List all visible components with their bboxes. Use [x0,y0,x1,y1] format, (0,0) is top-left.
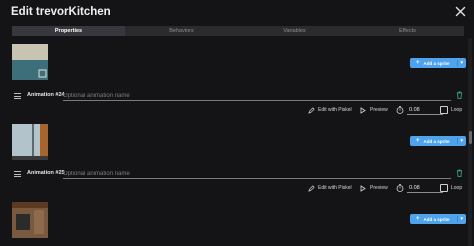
animation-name-input[interactable] [63,91,451,101]
play-icon [360,184,366,192]
animations-panel: + Add a sprite ▾ Animation #24 Edit with… [0,38,466,246]
sprite-thumbnail[interactable] [12,202,48,238]
loop-label: Loop [451,107,463,113]
plus-icon: + [416,216,420,222]
add-sprite-button[interactable]: + Add a sprite ▾ [410,58,466,68]
animation-header: Animation #24 [14,91,466,101]
edit-with-piskel-button[interactable]: Edit with Piskel [308,105,352,115]
edit-label: Edit with Piskel [318,107,352,113]
add-sprite-label: Add a sprite [423,60,450,66]
loop-label: Loop [451,185,463,191]
plus-icon: + [416,60,420,66]
add-sprite-label: Add a sprite [423,216,450,222]
preview-button[interactable]: Preview [360,105,388,115]
trash-icon[interactable] [456,91,463,99]
animation-label: Animation #24 [27,92,65,98]
sprite-image [12,124,48,160]
add-sprite-button[interactable]: + Add a sprite ▾ [410,214,466,224]
sprite-thumbnail[interactable] [12,44,48,80]
animation-header: Animation #25 [14,169,466,179]
frame-duration-input[interactable] [407,183,443,193]
pencil-icon [308,106,315,114]
chevron-down-icon[interactable]: ▾ [457,138,463,144]
loop-checkbox[interactable] [440,106,448,114]
trash-icon[interactable] [456,169,463,177]
chevron-down-icon[interactable]: ▾ [457,60,463,66]
animation-toolbar: Edit with Piskel Preview Loop [306,105,466,115]
animation-name-input[interactable] [63,169,451,179]
dialog-title: Edit trevorKitchen [11,6,111,18]
sprite-image [12,202,48,238]
tab-behaviors[interactable]: Behaviors [125,26,238,36]
timer-icon [396,184,404,192]
drag-handle-icon[interactable] [14,171,21,179]
plus-icon: + [416,138,420,144]
timer-icon [396,106,404,114]
sprite-thumbnail[interactable] [12,124,48,160]
add-sprite-button[interactable]: + Add a sprite ▾ [410,136,466,146]
frame-duration-input[interactable] [407,105,443,115]
preview-label: Preview [370,185,388,191]
animation-toolbar: Edit with Piskel Preview Loop [306,183,466,193]
drag-handle-icon[interactable] [14,93,21,101]
scrollbar-thumb[interactable] [469,131,472,144]
loop-checkbox[interactable] [440,184,448,192]
animation-label: Animation #25 [27,170,65,176]
add-sprite-label: Add a sprite [423,138,450,144]
sprite-image [12,44,48,80]
chevron-down-icon[interactable]: ▾ [457,216,463,222]
close-icon[interactable] [455,6,466,17]
edit-label: Edit with Piskel [318,185,352,191]
tab-properties[interactable]: Properties [12,26,125,36]
preview-button[interactable]: Preview [360,183,388,193]
preview-label: Preview [370,107,388,113]
tab-bar: Properties Behaviors Variables Effects [12,26,464,36]
tab-variables[interactable]: Variables [238,26,351,36]
edit-with-piskel-button[interactable]: Edit with Piskel [308,183,352,193]
play-icon [360,106,366,114]
tab-effects[interactable]: Effects [351,26,464,36]
pencil-icon [308,184,315,192]
